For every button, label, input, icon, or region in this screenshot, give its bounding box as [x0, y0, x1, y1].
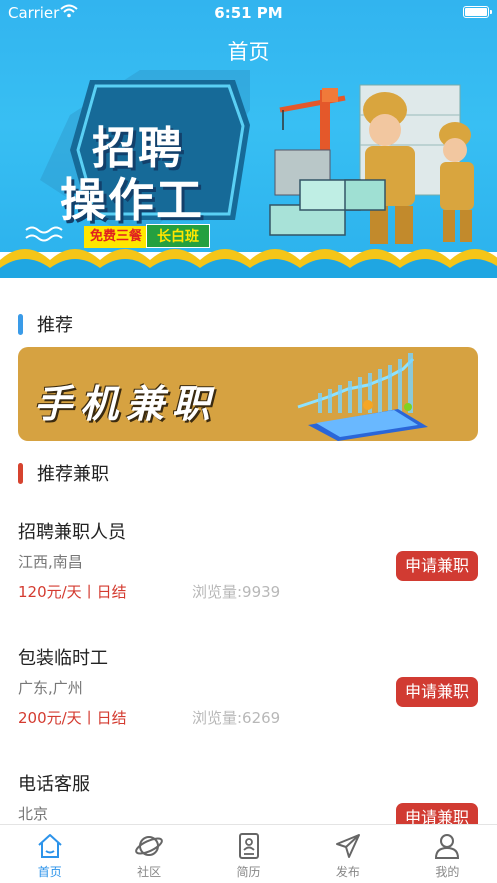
tab-label: 社区: [137, 865, 162, 879]
clock: 6:51 PM: [214, 4, 283, 22]
banner-headline-line2: 操作工: [60, 173, 204, 227]
page-title: 首页: [227, 40, 270, 64]
promo-banner[interactable]: 手机兼职: [18, 347, 478, 441]
tab-label: 简历: [236, 865, 261, 879]
job-title: 电话客服: [18, 774, 90, 795]
section-recommend-parttime: 推荐兼职: [18, 461, 109, 485]
job-location: 北京: [18, 805, 49, 823]
job-salary: 200元/天丨日结: [18, 709, 127, 727]
resume-icon: [238, 833, 259, 859]
promo-text: 手机兼职: [34, 381, 219, 426]
tab-label: 发布: [335, 865, 360, 879]
header: Carrier 6:51 PM 首页 招聘 操作工 免费三餐 长白班: [0, 0, 497, 278]
phone-chart-illustration: [297, 353, 428, 441]
job-location: 广东,广州: [18, 679, 83, 697]
section-marker: [18, 313, 23, 335]
apply-button[interactable]: 申请兼职: [396, 803, 478, 824]
job-item[interactable]: 电话客服 北京 申请兼职: [18, 770, 480, 824]
apply-button[interactable]: 申请兼职: [396, 551, 478, 581]
tab-mine[interactable]: 我的: [398, 825, 497, 883]
tab-home[interactable]: 首页: [0, 825, 99, 883]
user-icon: [435, 834, 460, 859]
home-icon: [38, 834, 62, 858]
section-recommend: 推荐: [18, 312, 73, 336]
tab-community[interactable]: 社区: [99, 825, 198, 883]
battery-icon: [463, 6, 492, 18]
job-item[interactable]: 包装临时工 广东,广州 200元/天丨日结 浏览量:6269 申请兼职: [18, 644, 480, 754]
job-views: 浏览量:6269: [192, 709, 281, 727]
job-title: 招聘兼职人员: [18, 522, 126, 543]
banner-tag-meals: 免费三餐: [84, 226, 149, 248]
status-bar: Carrier 6:51 PM: [0, 0, 497, 26]
banner-tag-shift: 长白班: [146, 224, 210, 248]
tab-label: 首页: [37, 865, 62, 879]
send-icon: [335, 834, 360, 858]
tab-resume[interactable]: 简历: [199, 825, 298, 883]
section-marker: [18, 462, 23, 484]
tab-label: 我的: [435, 865, 460, 879]
job-title: 包装临时工: [18, 648, 108, 669]
planet-icon: [135, 836, 163, 856]
job-views: 浏览量:9939: [192, 583, 281, 601]
apply-button[interactable]: 申请兼职: [396, 677, 478, 707]
job-item[interactable]: 招聘兼职人员 江西,南昌 120元/天丨日结 浏览量:9939 申请兼职: [18, 518, 480, 628]
job-salary: 120元/天丨日结: [18, 583, 127, 601]
section-title: 推荐兼职: [37, 464, 109, 485]
tab-publish[interactable]: 发布: [298, 825, 397, 883]
section-title: 推荐: [37, 315, 73, 336]
tab-bar: 首页 社区 简历 发布 我的: [0, 824, 497, 883]
job-location: 江西,南昌: [18, 553, 83, 571]
